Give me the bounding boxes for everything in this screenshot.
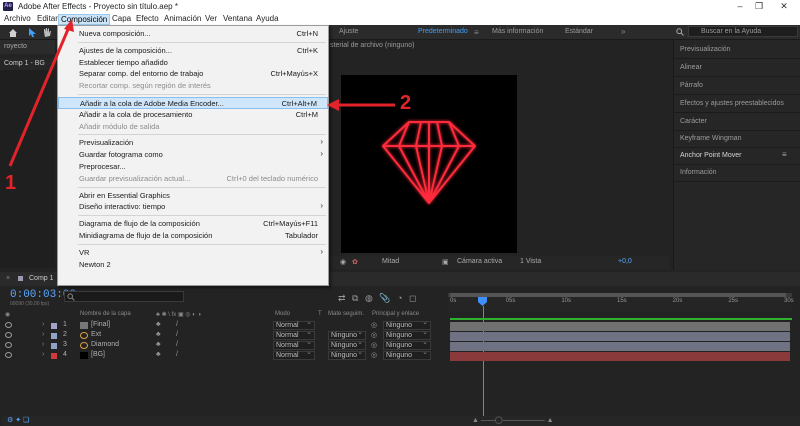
annotation-step-2: 2 xyxy=(400,92,412,114)
annotation-arrows xyxy=(8,19,395,167)
annotation-step-1: 1 xyxy=(5,172,17,194)
